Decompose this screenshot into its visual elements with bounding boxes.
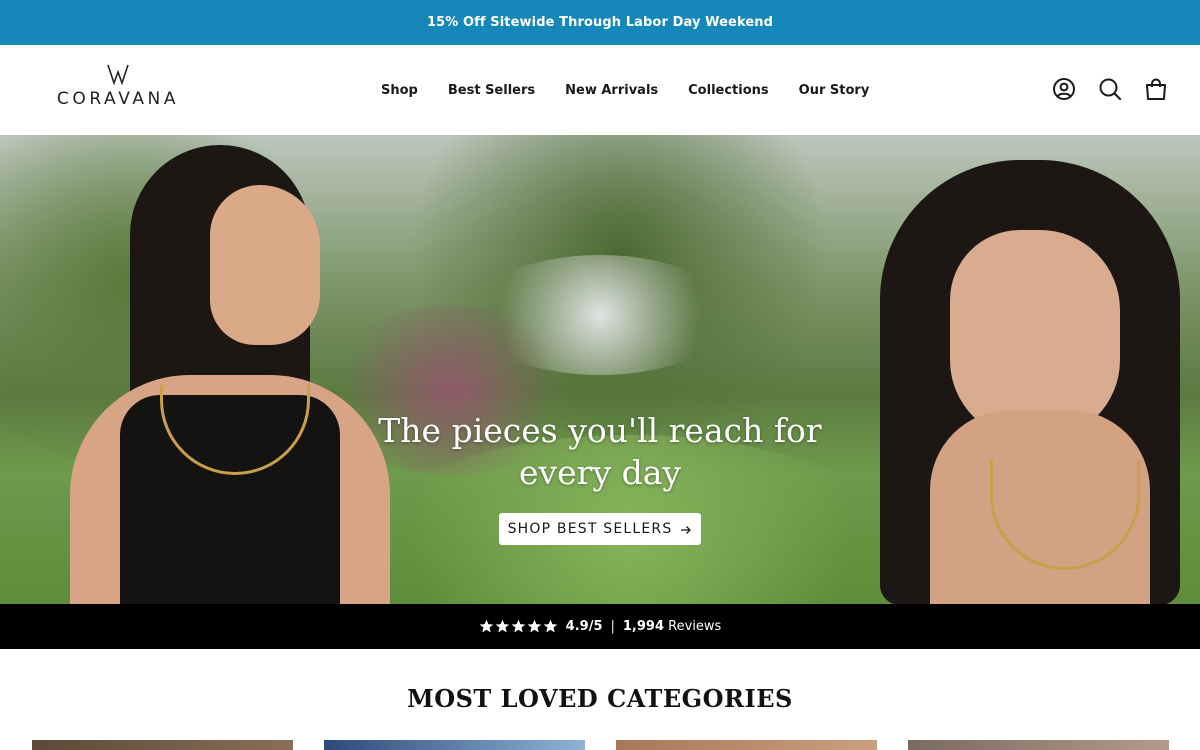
hero-title-line1: The pieces you'll reach for <box>378 411 822 450</box>
rating-value: 4.9/5 <box>565 619 603 634</box>
star-rating <box>479 619 558 634</box>
logo-mark-icon <box>107 64 129 85</box>
cart-icon[interactable] <box>1144 76 1168 102</box>
review-count-number: 1,994 <box>622 619 665 634</box>
hero-title: The pieces you'll reach for every day <box>300 410 900 494</box>
star-icon <box>511 619 525 633</box>
site-header: CORAVANA Shop Best Sellers New Arrivals … <box>0 45 1200 135</box>
brand-name: CORAVANA <box>56 89 180 109</box>
category-cards <box>32 740 1169 750</box>
nav-shop[interactable]: Shop <box>381 83 418 98</box>
brand-logo[interactable]: CORAVANA <box>47 63 189 119</box>
rating-separator: | <box>610 619 615 634</box>
main-nav: Shop Best Sellers New Arrivals Collectio… <box>381 45 869 135</box>
category-card[interactable] <box>908 740 1169 750</box>
star-icon <box>495 619 509 633</box>
category-card[interactable] <box>32 740 293 750</box>
nav-best-sellers[interactable]: Best Sellers <box>448 83 535 98</box>
category-card[interactable] <box>616 740 877 750</box>
review-count-label: Reviews <box>668 619 722 634</box>
review-count: 1,994 Reviews <box>623 619 721 634</box>
reviews-bar[interactable]: 4.9/5 | 1,994 Reviews <box>0 604 1200 649</box>
announcement-text: 15% Off Sitewide Through Labor Day Weeke… <box>426 15 774 30</box>
shop-best-sellers-button[interactable]: SHOP BEST SELLERS <box>499 513 701 545</box>
header-icons <box>1052 76 1168 102</box>
hero-banner: The pieces you'll reach for every day SH… <box>0 135 1200 604</box>
account-icon[interactable] <box>1052 76 1076 102</box>
star-icon <box>543 619 557 633</box>
nav-collections[interactable]: Collections <box>688 83 769 98</box>
hero-model-left <box>60 145 420 604</box>
search-icon[interactable] <box>1098 76 1122 102</box>
star-icon <box>479 619 493 633</box>
category-card[interactable] <box>324 740 585 750</box>
shop-best-sellers-label: SHOP BEST SELLERS <box>507 521 673 537</box>
hero-model-right <box>840 160 1200 604</box>
hero-title-line2: every day <box>518 453 682 492</box>
section-title: MOST LOVED CATEGORIES <box>407 684 793 713</box>
nav-our-story[interactable]: Our Story <box>799 83 870 98</box>
arrow-right-icon <box>680 520 692 539</box>
announcement-bar: 15% Off Sitewide Through Labor Day Weeke… <box>0 0 1200 45</box>
star-icon <box>527 619 541 633</box>
nav-new-arrivals[interactable]: New Arrivals <box>565 83 658 98</box>
